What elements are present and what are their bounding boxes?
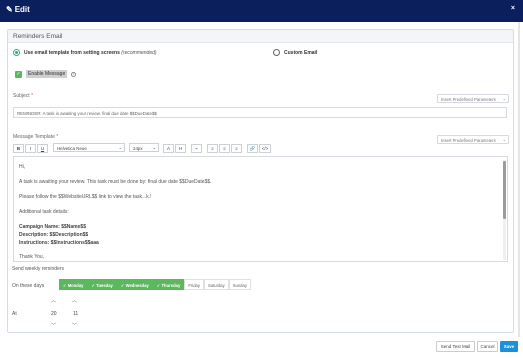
custom-email-label: Custom Email — [284, 49, 318, 56]
editor-scrollbar[interactable] — [503, 160, 506, 260]
enable-message-label: Enable Message — [26, 70, 68, 78]
minute-down-icon[interactable]: ﹀ — [72, 322, 77, 329]
radio-unselected-icon[interactable] — [273, 49, 280, 56]
scrollbar-track[interactable] — [518, 22, 520, 337]
weekly-reminders-heading: Send weekly reminders — [12, 266, 64, 272]
panel-heading: Reminders Email — [13, 33, 63, 40]
modal-title-text: Edit — [14, 5, 30, 14]
editor-scroll-thumb[interactable] — [503, 161, 506, 219]
clear-format-button[interactable]: ⌁ — [191, 143, 202, 153]
day-friday[interactable]: Friday — [184, 279, 204, 290]
cancel-button[interactable]: Cancel — [477, 341, 498, 352]
italic-button[interactable]: I — [25, 143, 36, 153]
message-editor[interactable]: Hi, A task is awaiting your review. This… — [13, 156, 508, 262]
body-greeting: Hi, — [19, 164, 26, 170]
day-saturday[interactable]: Saturday — [203, 279, 229, 290]
day-wednesday[interactable]: ✓ Wednesday — [116, 279, 153, 290]
subject-input[interactable]: REMINDER: A task is awaiting your review… — [13, 107, 507, 118]
modal-footer: Send Test Mail Cancel Save — [0, 337, 523, 358]
body-description: Description: $$Description$$ — [19, 232, 89, 238]
message-template-label: Message Template * — [13, 134, 59, 140]
close-icon[interactable]: × — [511, 5, 515, 12]
subject-predefined-dropdown[interactable]: Insert Predefined Parameters ⌄ — [437, 94, 509, 103]
underline-button[interactable]: U — [37, 143, 48, 153]
modal-titlebar: ✎ Edit × — [0, 0, 523, 22]
template-option-label: Use email template from setting screens … — [24, 49, 157, 56]
day-monday[interactable]: ✓ Monday — [59, 279, 88, 290]
chevron-down-icon: ⌄ — [502, 96, 506, 101]
day-sunday[interactable]: Sunday — [228, 279, 251, 290]
link-button[interactable]: 🔗 — [247, 143, 258, 153]
body-instructions: Instructions: $$Instructions$$aaa — [19, 240, 99, 246]
bold-button[interactable]: B — [13, 143, 24, 153]
chevron-down-icon: ⌄ — [502, 137, 506, 142]
font-size-select[interactable]: 24px ⌄ — [129, 143, 159, 152]
minute-value[interactable]: 11 — [73, 311, 78, 317]
hour-down-icon[interactable]: ﹀ — [51, 322, 56, 329]
hour-up-icon[interactable]: ︿ — [51, 297, 56, 304]
align-left-button[interactable]: ≡ — [207, 143, 218, 153]
body-thanks: Thank You, — [19, 254, 45, 260]
minute-up-icon[interactable]: ︿ — [72, 297, 77, 304]
info-icon[interactable]: i — [71, 71, 77, 77]
send-test-mail-button[interactable]: Send Test Mail — [436, 341, 475, 352]
day-selector: ✓ Monday ✓ Tuesday ✓ Wednesday ✓ Thursda… — [59, 279, 251, 290]
code-view-button[interactable]: </> — [259, 143, 271, 153]
template-predefined-dropdown[interactable]: Insert Predefined Parameters ⌄ — [437, 135, 509, 144]
align-right-button[interactable]: ≡ — [231, 143, 242, 153]
body-campaign: Campaign Name: $$Name$$ — [19, 224, 86, 230]
body-line-link: Please follow the $$WebsiteURL$$ link to… — [19, 194, 152, 200]
enable-message-row[interactable]: ✓ Enable Message i — [15, 70, 77, 78]
pencil-icon: ✎ — [6, 5, 13, 14]
custom-email-option[interactable]: Custom Email — [273, 49, 317, 56]
highlight-button[interactable]: H — [175, 143, 186, 153]
at-label: At — [12, 311, 17, 317]
font-family-select[interactable]: Helvetica Neue ⌄ — [53, 143, 125, 152]
days-label: On these days — [12, 283, 45, 289]
font-color-button[interactable]: A — [163, 143, 174, 153]
chevron-down-icon: ⌄ — [152, 145, 156, 150]
hour-value[interactable]: 20 — [51, 311, 57, 317]
modal-title: ✎ Edit — [6, 5, 30, 14]
body-line-details: Additional task details: — [19, 209, 69, 215]
align-center-button[interactable]: ≡ — [219, 143, 230, 153]
template-option[interactable]: Use email template from setting screens … — [13, 49, 157, 56]
day-tuesday[interactable]: ✓ Tuesday — [87, 279, 117, 290]
panel-header: Reminders Email — [8, 30, 513, 43]
checkbox-checked-icon[interactable]: ✓ — [15, 70, 22, 78]
chevron-down-icon: ⌄ — [118, 145, 122, 150]
subject-label: Subject * — [13, 93, 34, 99]
body-line-task: A task is awaiting your review. This tas… — [19, 179, 212, 185]
save-button[interactable]: Save — [500, 341, 518, 352]
day-thursday[interactable]: ✓ Thursday — [152, 279, 185, 290]
radio-selected-icon[interactable] — [13, 49, 20, 56]
